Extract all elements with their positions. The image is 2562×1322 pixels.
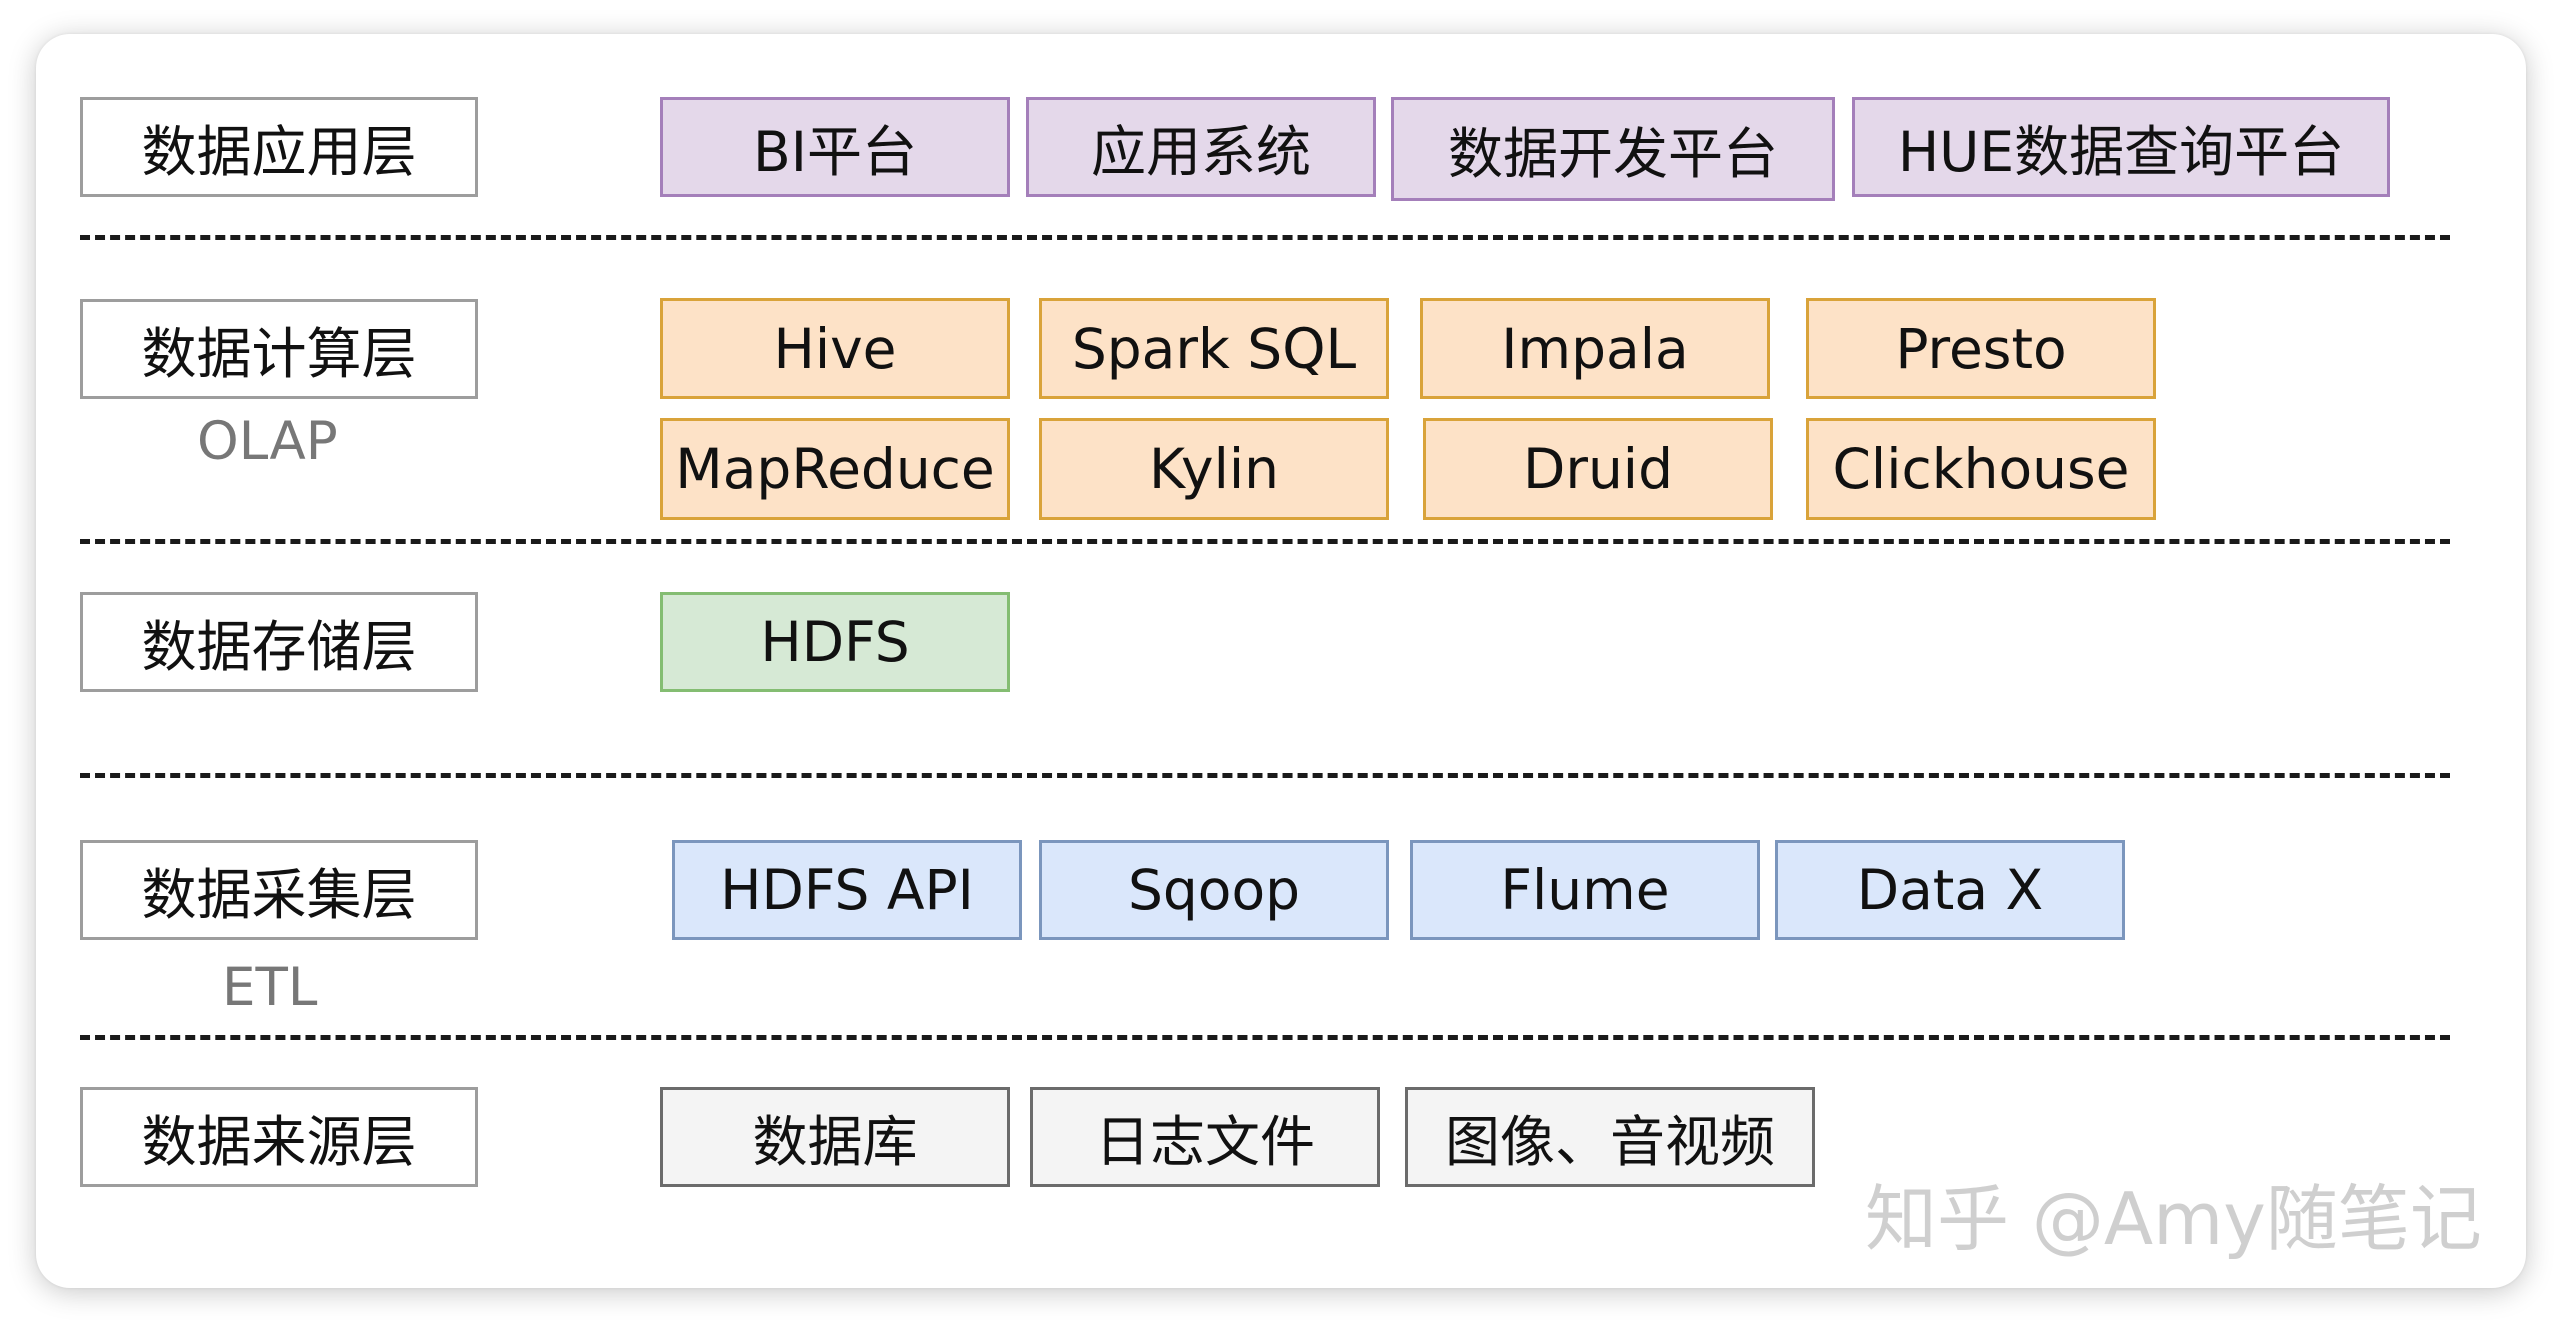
node-data-dev-platform: 数据开发平台 [1391, 97, 1835, 201]
node-hue-query-platform: HUE数据查询平台 [1852, 97, 2390, 197]
node-clickhouse: Clickhouse [1806, 418, 2156, 520]
layer-label-compute: 数据计算层 [80, 299, 478, 399]
node-hdfs-api: HDFS API [672, 840, 1022, 940]
node-kylin: Kylin [1039, 418, 1389, 520]
node-database: 数据库 [660, 1087, 1010, 1187]
node-impala: Impala [1420, 298, 1770, 399]
node-mapreduce: MapReduce [660, 418, 1010, 520]
watermark: 知乎 @Amy随笔记 [1865, 1177, 2482, 1261]
node-datax: Data X [1775, 840, 2125, 940]
node-spark-sql: Spark SQL [1039, 298, 1389, 399]
layer-label-ingestion: 数据采集层 [80, 840, 478, 940]
layer-sub-olap: OLAP [197, 411, 338, 472]
node-flume: Flume [1410, 840, 1760, 940]
node-sqoop: Sqoop [1039, 840, 1389, 940]
layer-divider [80, 539, 2450, 544]
layer-label-storage: 数据存储层 [80, 592, 478, 692]
layer-sub-etl: ETL [222, 957, 318, 1018]
layer-divider [80, 235, 2450, 240]
layer-label-source: 数据来源层 [80, 1087, 478, 1187]
node-hive: Hive [660, 298, 1010, 399]
layer-divider [80, 773, 2450, 778]
node-presto: Presto [1806, 298, 2156, 399]
node-bi-platform: BI平台 [660, 97, 1010, 197]
layer-divider [80, 1035, 2450, 1040]
layer-label-application: 数据应用层 [80, 97, 478, 197]
node-druid: Druid [1423, 418, 1773, 520]
node-image-audio-video: 图像、音视频 [1405, 1087, 1815, 1187]
node-application-system: 应用系统 [1026, 97, 1376, 197]
node-log-files: 日志文件 [1030, 1087, 1380, 1187]
node-hdfs: HDFS [660, 592, 1010, 692]
